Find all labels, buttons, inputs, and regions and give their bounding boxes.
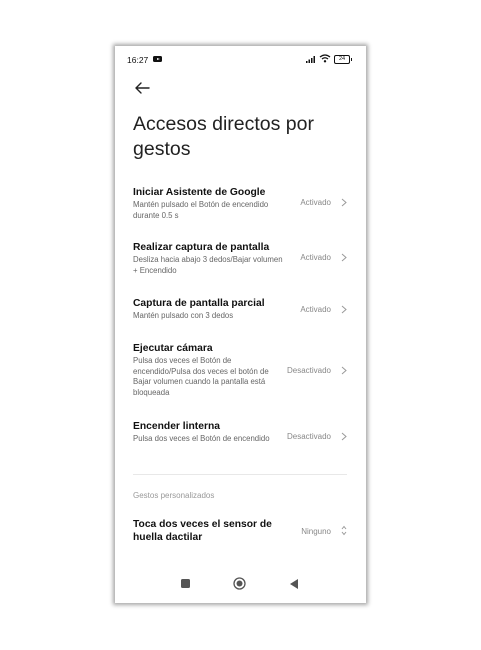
wifi-icon [319,54,331,63]
setting-google-assistant[interactable]: Iniciar Asistente de Google Mantén pulsa… [133,186,349,221]
chevron-right-icon [341,432,347,441]
chevron-right-icon [341,253,347,262]
chevron-right-icon [341,305,347,314]
back-arrow-icon[interactable] [133,80,151,96]
status-bar: 16:27 24 [115,46,366,72]
setting-subtitle: Desliza hacia abajo 3 dedos/Bajar volume… [133,255,283,275]
setting-value: Desactivado [286,366,331,375]
setting-value: Activado [300,253,331,262]
setting-value: Activado [300,198,331,207]
youtube-notification-icon [153,56,162,62]
section-divider [133,474,347,475]
setting-subtitle: Mantén pulsado el Botón de encendido dur… [133,200,269,220]
setting-subtitle: Pulsa dos veces el Botón de encendido [133,434,270,443]
chevron-up-down-icon [341,525,347,536]
setting-title: Ejecutar cámara [133,343,213,354]
setting-value: Ninguno [301,527,331,536]
setting-fingerprint-double-tap[interactable]: Toca dos veces el sensor de huella dacti… [133,518,349,544]
setting-subtitle: Pulsa dos veces el Botón de encendido/Pu… [133,356,269,397]
chevron-right-icon [341,366,347,375]
section-label: Gestos personalizados [133,491,215,500]
setting-subtitle: Mantén pulsado con 3 dedos [133,311,234,320]
setting-value: Desactivado [286,432,331,441]
setting-flashlight[interactable]: Encender linterna Pulsa dos veces el Bot… [133,420,349,445]
navigation-bar [115,569,366,603]
signal-icon [306,56,315,63]
setting-value: Activado [300,305,331,314]
back-triangle-button[interactable] [289,578,299,590]
phone-screen: 16:27 24 Accesos directos por gestos Ini… [115,46,366,603]
setting-partial-screenshot[interactable]: Captura de pantalla parcial Mantén pulsa… [133,297,349,322]
recents-button[interactable] [181,579,190,588]
chevron-right-icon [341,198,347,207]
page-title: Accesos directos por gestos [133,113,314,160]
setting-launch-camera[interactable]: Ejecutar cámara Pulsa dos veces el Botón… [133,342,349,398]
setting-title: Toca dos veces el sensor de huella dacti… [133,519,272,543]
home-button[interactable] [233,577,246,590]
setting-screenshot[interactable]: Realizar captura de pantalla Desliza hac… [133,241,349,276]
battery-icon: 24 [334,55,352,64]
status-time: 16:27 [127,55,149,65]
